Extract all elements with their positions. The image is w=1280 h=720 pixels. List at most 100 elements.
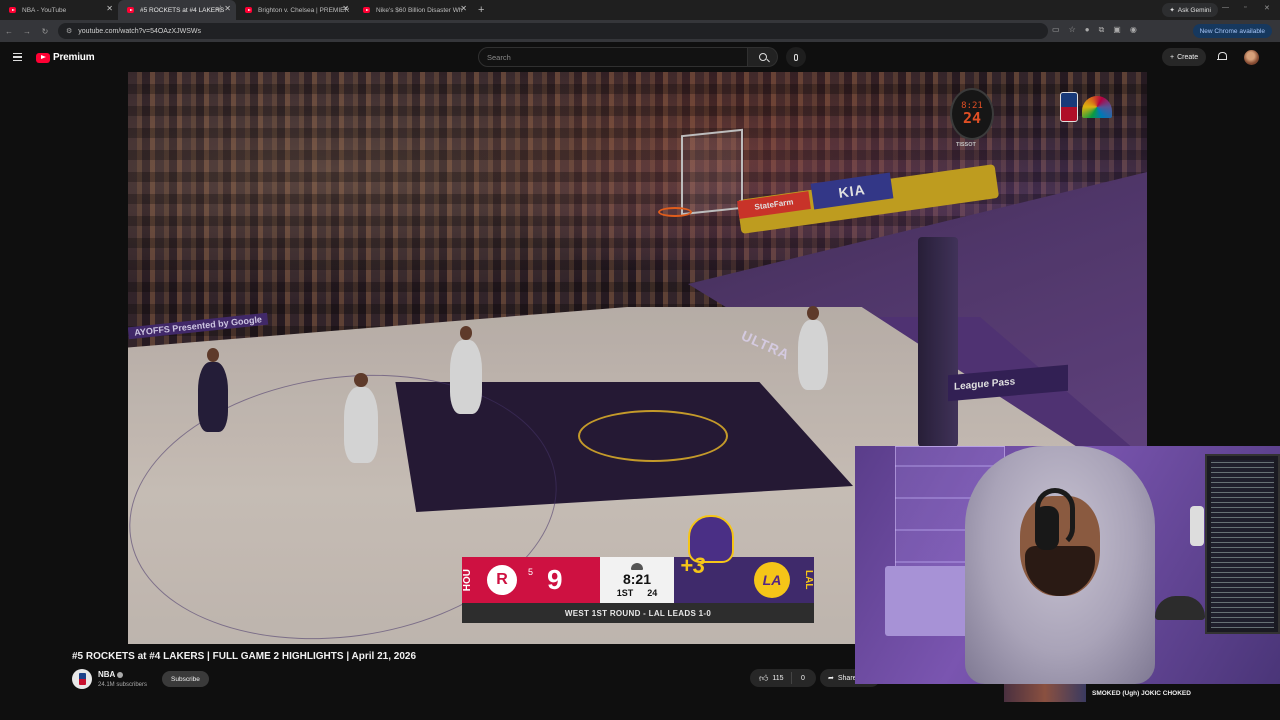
video-rim — [658, 207, 692, 217]
quarter-label: 1ST — [616, 587, 634, 598]
subscriber-count: 24.1M subscribers — [98, 682, 148, 688]
youtube-favicon-icon — [127, 7, 134, 13]
away-team-score: 9 — [547, 564, 563, 595]
close-icon[interactable]: ✕ — [342, 4, 349, 13]
webcam-monitor — [1205, 454, 1280, 634]
cast-icon[interactable]: ▭ — [1052, 25, 1060, 35]
like-button[interactable]: 👍︎ 115 — [750, 672, 792, 684]
browser-tab-rockets-lakers[interactable]: #5 ROCKETS at #4 LAKERS ◂) ✕ — [118, 0, 236, 20]
home-team-abbr: LAL — [803, 570, 814, 590]
nba-logo-icon — [78, 673, 86, 685]
plus-icon: + — [1170, 53, 1175, 61]
browser-tab-strip: NBA - YouTube ✕ #5 ROCKETS at #4 LAKERS … — [0, 0, 1280, 20]
youtube-favicon-icon — [9, 7, 16, 13]
scorebug-home-team: +3 LA LAL — [674, 515, 814, 603]
shot-clock-label: 24 — [647, 587, 658, 598]
back-icon[interactable]: ← — [0, 27, 18, 36]
speaker-icon[interactable]: ◂) — [216, 5, 222, 13]
video-stanchion — [918, 237, 958, 447]
tab-title: Nike's $60 Billion Disaster Wh — [376, 6, 463, 14]
address-bar[interactable]: ⚙ youtube.com/watch?v=54OAzXJWSWs — [58, 23, 1048, 39]
youtube-logo[interactable]: Premium — [36, 52, 95, 63]
scorebug-clock: 8:21 1ST 24 — [600, 557, 674, 603]
webcam-overlay — [855, 446, 1280, 684]
webcam-cap — [1155, 596, 1205, 620]
away-team-abbr: HOU — [462, 568, 473, 592]
tab-title: #5 ROCKETS at #4 LAKERS — [140, 6, 225, 14]
rockets-logo-icon: R — [484, 562, 520, 598]
profile-icon[interactable]: ◉ — [1130, 25, 1137, 35]
maximize-icon[interactable]: ▫ — [1244, 4, 1246, 11]
nbc-peacock-icon — [1082, 96, 1112, 118]
account-avatar[interactable] — [1244, 50, 1259, 65]
channel-name-row[interactable]: NBA — [98, 670, 124, 679]
close-icon[interactable]: ✕ — [224, 4, 231, 13]
browser-tab-nba[interactable]: NBA - YouTube ✕ — [0, 0, 118, 20]
new-tab-button[interactable]: + — [472, 4, 490, 16]
create-button[interactable]: + Create — [1162, 48, 1207, 66]
like-dislike-group: 👍︎ 115 0 — [750, 669, 816, 687]
url-text[interactable]: youtube.com/watch?v=54OAzXJWSWs — [78, 28, 201, 35]
share-icon: ➦ — [828, 675, 834, 682]
tab-title: Brighton v. Chelsea | PREMIER — [258, 6, 350, 14]
search-input[interactable]: Search — [478, 47, 748, 67]
notifications-bell-icon[interactable] — [1217, 52, 1227, 62]
player-figure — [798, 306, 828, 390]
lakers-logo-icon: LA — [754, 562, 790, 598]
bookmark-star-icon[interactable]: ☆ — [1069, 25, 1076, 35]
youtube-play-icon — [36, 52, 50, 63]
series-status: WEST 1ST ROUND - LAL LEADS 1-0 — [462, 603, 814, 623]
browser-tab-brighton-chelsea[interactable]: Brighton v. Chelsea | PREMIER ✕ — [236, 0, 354, 20]
away-team-seed: 5 — [528, 567, 534, 577]
dislike-button[interactable]: 0 — [792, 675, 805, 682]
three-point-badge: +3 — [680, 553, 706, 578]
browser-tab-nike[interactable]: Nike's $60 Billion Disaster Wh ✕ — [354, 0, 472, 20]
share-label: Share — [837, 674, 857, 682]
microphone-icon — [794, 53, 798, 61]
youtube-header: Premium Search + Create — [0, 42, 1280, 72]
voice-search-button[interactable] — [786, 47, 806, 67]
window-close-icon[interactable]: ✕ — [1264, 4, 1270, 12]
forward-icon[interactable]: → — [18, 27, 36, 36]
site-info-icon[interactable]: ⚙ — [66, 27, 72, 35]
player-figure — [450, 326, 482, 414]
channel-avatar[interactable] — [72, 669, 92, 689]
recommendation-item[interactable]: SMOKED (Ugh) JOKIC CHOKED — [1004, 684, 1280, 702]
sidebar-icon[interactable]: ▣ — [1113, 25, 1121, 35]
scorebug-away-team: HOU R 5 9 — [462, 557, 600, 603]
gemini-icon: ✦ — [1169, 7, 1175, 14]
recommendation-thumbnail[interactable] — [1004, 684, 1086, 702]
create-label: Create — [1177, 53, 1199, 61]
search-icon — [758, 53, 767, 61]
youtube-premium-label: Premium — [53, 52, 95, 63]
youtube-favicon-icon — [245, 7, 252, 13]
youtube-favicon-icon — [363, 7, 370, 13]
game-clock: 8:21 — [622, 570, 652, 587]
browser-toolbar: ← → ↻ ⚙ youtube.com/watch?v=54OAzXJWSWs … — [0, 20, 1280, 42]
like-count: 115 — [772, 674, 784, 682]
hamburger-menu-icon[interactable] — [13, 53, 22, 61]
webcam-microphone — [1190, 506, 1204, 546]
recommendation-title[interactable]: SMOKED (Ugh) JOKIC CHOKED — [1092, 690, 1191, 697]
close-icon[interactable]: ✕ — [460, 4, 467, 13]
toolbar-icons: ▭ ☆ ● ⧉ ▣ ◉ — [1052, 25, 1137, 35]
chrome-update-button[interactable]: New Chrome available — [1192, 24, 1272, 38]
ask-gemini-button[interactable]: ✦ Ask Gemini — [1162, 3, 1218, 17]
channel-name[interactable]: NBA — [98, 670, 115, 679]
video-free-throw-arc — [578, 410, 728, 462]
search-button[interactable] — [748, 47, 778, 67]
webcam-ac-unit — [885, 566, 975, 636]
minimize-icon[interactable]: — — [1222, 4, 1229, 11]
broadcast-logos — [1060, 92, 1112, 122]
close-icon[interactable]: ✕ — [106, 4, 113, 13]
ask-gemini-label: Ask Gemini — [1177, 6, 1211, 14]
nba-logo-icon — [1060, 92, 1078, 122]
thumbs-up-icon: 👍︎ — [759, 672, 769, 683]
extension-icon[interactable]: ● — [1085, 25, 1090, 35]
video-backboard — [681, 128, 743, 216]
subscribe-button[interactable]: Subscribe — [162, 671, 209, 687]
reload-icon[interactable]: ↻ — [36, 27, 54, 36]
arena-shot-seconds: 24 — [962, 109, 982, 127]
scorebug: HOU R 5 9 8:21 1ST 24 +3 LA LAL WEST 1ST… — [462, 515, 814, 627]
puzzle-icon[interactable]: ⧉ — [1099, 25, 1105, 35]
